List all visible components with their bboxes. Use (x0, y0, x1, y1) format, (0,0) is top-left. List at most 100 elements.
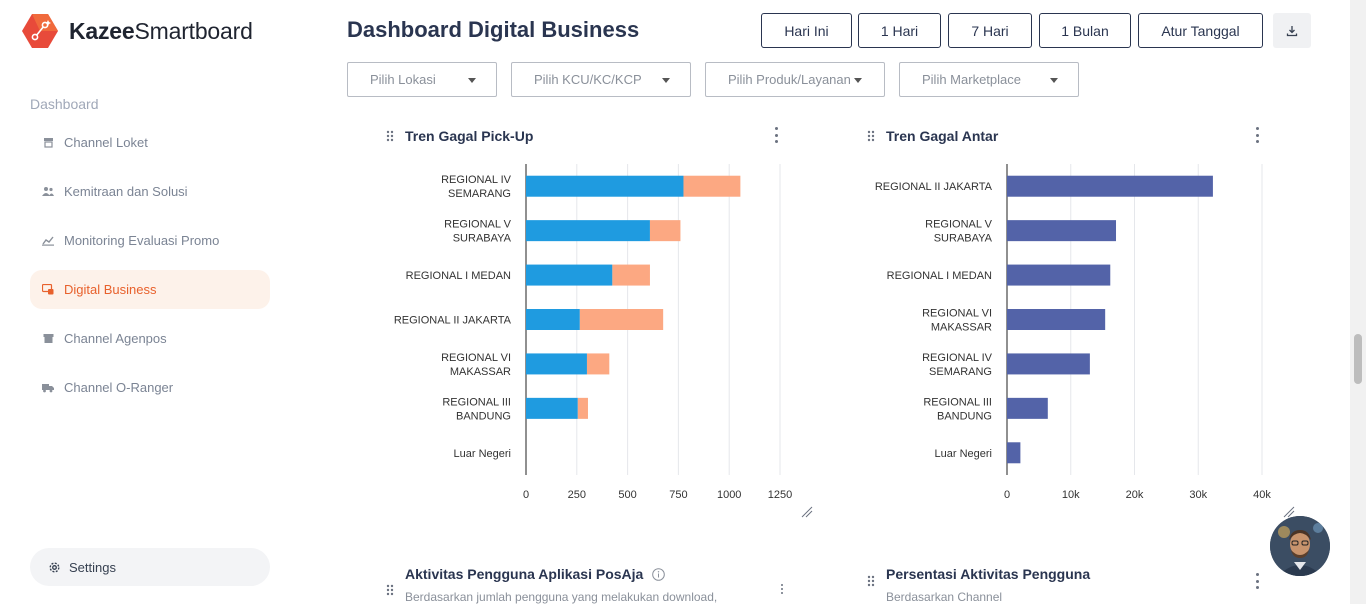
bar-segment (526, 175, 684, 197)
antar-card-title: Tren Gagal Antar (886, 128, 999, 144)
settings-button[interactable]: Settings (30, 548, 270, 586)
x-tick-label: 1000 (717, 489, 741, 501)
category-label: Luar Negeri (935, 448, 992, 460)
x-tick-label: 40k (1253, 489, 1271, 501)
category-label: SEMARANG (448, 188, 511, 200)
category-label: BANDUNG (456, 410, 511, 422)
sidebar-item-channel-loket[interactable]: Channel Loket (30, 123, 270, 162)
sidebar-item-digital-business[interactable]: Digital Business (30, 270, 270, 309)
brand-logo-icon (22, 14, 58, 48)
bar (1007, 175, 1213, 197)
range-1-day-button[interactable]: 1 Hari (858, 13, 941, 48)
scrollbar-track[interactable] (1350, 0, 1366, 604)
category-label: SURABAYA (934, 233, 993, 245)
custom-date-button[interactable]: Atur Tanggal (1138, 13, 1263, 48)
bar (1007, 264, 1111, 286)
resize-handle-icon[interactable] (801, 506, 813, 518)
pickup-menu-icon[interactable] (774, 127, 778, 143)
product-select[interactable]: Pilih Produk/Layanan (705, 62, 885, 97)
people-icon (42, 186, 54, 198)
x-tick-label: 0 (1004, 489, 1010, 501)
category-label: Luar Negeri (454, 448, 511, 460)
sidebar-nav: Channel Loket Kemitraan dan Solusi Monit… (30, 123, 270, 417)
brand-name: KazeeSmartboard (69, 17, 253, 44)
bar-segment (526, 353, 587, 375)
sidebar-item-channel-oranger[interactable]: Channel O-Ranger (30, 368, 270, 407)
drag-handle-icon[interactable] (386, 130, 394, 142)
category-label: REGIONAL II JAKARTA (394, 315, 512, 327)
sidebar-section-label: Dashboard (30, 96, 99, 112)
category-label: REGIONAL V (444, 219, 511, 231)
assistant-avatar[interactable] (1270, 516, 1330, 576)
category-label: MAKASSAR (931, 322, 992, 334)
category-label: REGIONAL III (923, 396, 992, 408)
persentasi-subtitle: Berdasarkan Channel (886, 590, 1003, 604)
category-label: REGIONAL I MEDAN (887, 270, 992, 282)
kcu-select[interactable]: Pilih KCU/KC/KCP (511, 62, 691, 97)
info-icon[interactable] (652, 568, 666, 581)
drag-handle-icon[interactable] (867, 575, 875, 587)
kcu-select-value: Pilih KCU/KC/KCP (534, 72, 642, 87)
marketplace-select[interactable]: Pilih Marketplace (899, 62, 1079, 97)
category-label: REGIONAL II JAKARTA (875, 181, 993, 193)
x-tick-label: 10k (1062, 489, 1080, 501)
digital-business-icon (42, 284, 54, 296)
category-label: REGIONAL VI (441, 352, 511, 364)
sidebar-item-label: Monitoring Evaluasi Promo (64, 233, 220, 248)
promo-chart-icon (42, 235, 54, 247)
antar-chart: 0 10k 20k 30k 40k REGIONAL II JAKARTA REGIONAL… (860, 160, 1280, 505)
scrollbar-thumb[interactable] (1354, 334, 1362, 384)
persentasi-menu-icon[interactable] (1255, 573, 1259, 589)
truck-icon (42, 382, 54, 394)
category-label: REGIONAL V (925, 219, 992, 231)
sidebar-item-label: Channel Agenpos (64, 331, 167, 346)
chevron-down-icon (1050, 78, 1058, 83)
antar-menu-icon[interactable] (1255, 127, 1259, 143)
marketplace-select-value: Pilih Marketplace (922, 72, 1021, 87)
bar (1007, 397, 1048, 419)
category-label: REGIONAL III (442, 396, 511, 408)
bar-segment (683, 175, 741, 197)
x-tick-label: 250 (568, 489, 586, 501)
persentasi-card-title: Persentasi Aktivitas Pengguna (886, 566, 1091, 582)
x-tick-label: 1250 (768, 489, 792, 501)
category-label: REGIONAL I MEDAN (406, 270, 511, 282)
drag-handle-icon[interactable] (867, 130, 875, 142)
drag-handle-icon[interactable] (386, 584, 394, 596)
aktivitas-menu-icon[interactable] (780, 584, 784, 594)
download-icon (1286, 25, 1298, 36)
sidebar-item-monitoring-promo[interactable]: Monitoring Evaluasi Promo (30, 221, 270, 260)
chevron-down-icon (662, 78, 670, 83)
pickup-chart: 0 250 500 750 1000 1250 REGIONAL IV SEMARANG REG… (380, 160, 800, 505)
category-label: SEMARANG (929, 366, 992, 378)
location-select[interactable]: Pilih Lokasi (347, 62, 497, 97)
range-today-button[interactable]: Hari Ini (761, 13, 852, 48)
brand-logo[interactable]: KazeeSmartboard (20, 12, 253, 50)
app: KazeeSmartboard Dashboard Channel Loket … (0, 0, 1366, 604)
gear-icon (48, 561, 61, 574)
counter-icon (42, 137, 54, 149)
sidebar-item-kemitraan[interactable]: Kemitraan dan Solusi (30, 172, 270, 211)
sidebar-item-label: Channel Loket (64, 135, 148, 150)
category-label: REGIONAL IV (441, 174, 512, 186)
category-label: BANDUNG (937, 410, 992, 422)
store-icon (42, 333, 54, 345)
sidebar-item-channel-agenpos[interactable]: Channel Agenpos (30, 319, 270, 358)
bar-segment (586, 353, 610, 375)
settings-label: Settings (69, 559, 116, 575)
bar-segment (577, 397, 588, 419)
bar-segment (526, 220, 650, 242)
bar (1007, 220, 1117, 242)
range-7-days-button[interactable]: 7 Hari (948, 13, 1032, 48)
pickup-chart-svg: 0 250 500 750 1000 1250 REGIONAL IV SEMARANG REG… (394, 164, 792, 501)
bar-segment (526, 264, 613, 286)
x-tick-label: 30k (1189, 489, 1207, 501)
range-1-month-button[interactable]: 1 Bulan (1039, 13, 1131, 48)
x-tick-label: 500 (618, 489, 636, 501)
avatar-image (1270, 516, 1330, 576)
pickup-card-title: Tren Gagal Pick-Up (405, 128, 534, 144)
bar-segment (579, 309, 664, 330)
antar-chart-svg: 0 10k 20k 30k 40k REGIONAL II JAKARTA REGIONAL… (875, 164, 1271, 501)
sidebar: KazeeSmartboard Dashboard Channel Loket … (0, 0, 300, 604)
download-button[interactable] (1273, 13, 1311, 48)
